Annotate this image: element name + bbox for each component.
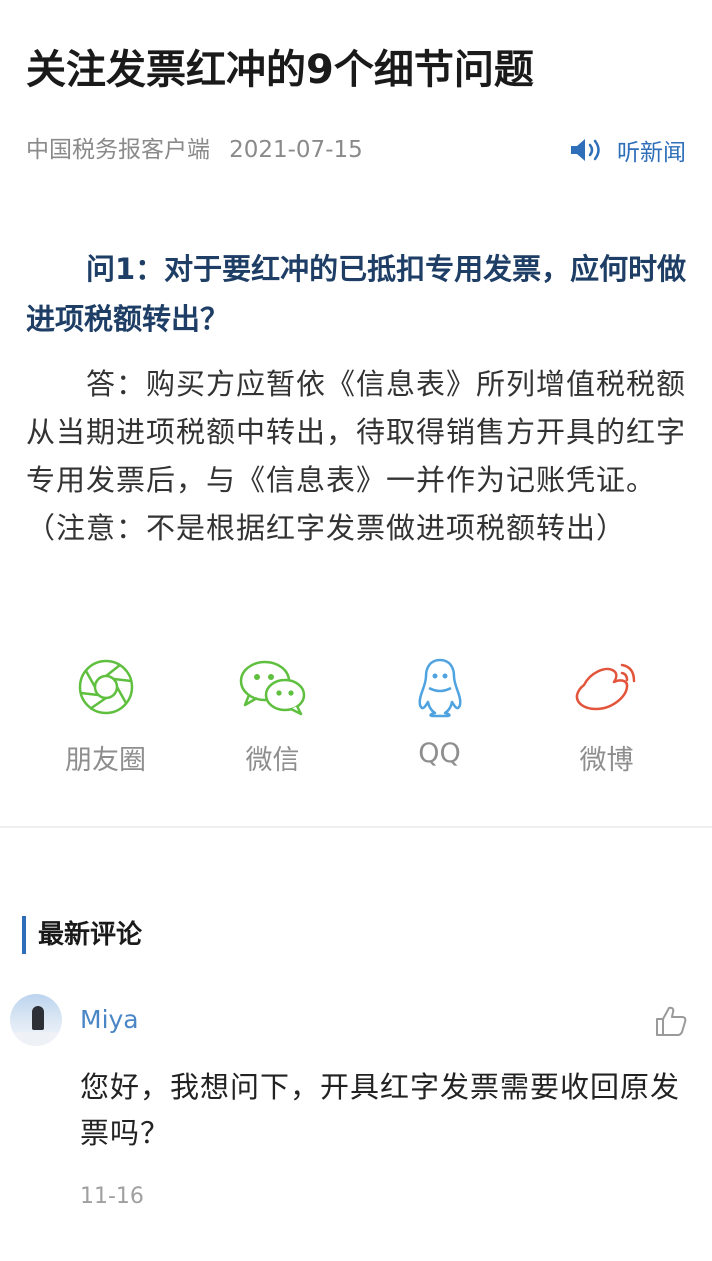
avatar[interactable] — [10, 994, 62, 1046]
share-moments-button[interactable]: 朋友圈 — [41, 652, 171, 782]
article-source: 中国税务报客户端 — [26, 137, 210, 163]
share-weibo-button[interactable]: 微博 — [542, 652, 672, 782]
share-wechat-label: 微信 — [245, 745, 300, 776]
article-meta: 中国税务报客户端 2021-07-15 听新闻 — [26, 134, 686, 166]
moments-icon — [78, 659, 133, 715]
share-bar: 朋友圈 微信 QQ 微博 — [0, 652, 712, 782]
comment-username[interactable]: Miya — [80, 1004, 139, 1036]
wechat-icon — [239, 660, 305, 716]
section-divider — [0, 826, 712, 828]
listen-news-label: 听新闻 — [617, 140, 686, 166]
question-text: 问1：对于要红冲的已抵扣专用发票，应何时做进项税额转出？ — [26, 252, 687, 336]
thumbs-up-icon[interactable] — [654, 1004, 688, 1038]
listen-news-button[interactable]: 听新闻 — [569, 134, 686, 166]
speaker-icon — [571, 139, 600, 161]
comment-text: 您好，我想问下，开具红字发票需要收回原发票吗？ — [80, 1070, 681, 1150]
article-date: 2021-07-15 — [229, 137, 363, 163]
share-weibo-label: 微博 — [579, 745, 634, 776]
share-qq-label: QQ — [418, 738, 461, 769]
share-moments-label: 朋友圈 — [65, 745, 146, 776]
latest-comments-heading: 最新评论 — [22, 916, 142, 954]
weibo-icon — [575, 663, 635, 711]
share-qq-button[interactable]: QQ — [375, 652, 505, 782]
comment-time: 11-16 — [80, 1184, 144, 1209]
qq-icon — [418, 658, 461, 718]
article-title: 关注发票红冲的9个细节问题 — [26, 47, 534, 93]
answer-text: 答：购买方应暂依《信息表》所列增值税税额从当期进项税额中转出，待取得销售方开具的… — [26, 367, 687, 545]
share-wechat-button[interactable]: 微信 — [208, 652, 338, 782]
